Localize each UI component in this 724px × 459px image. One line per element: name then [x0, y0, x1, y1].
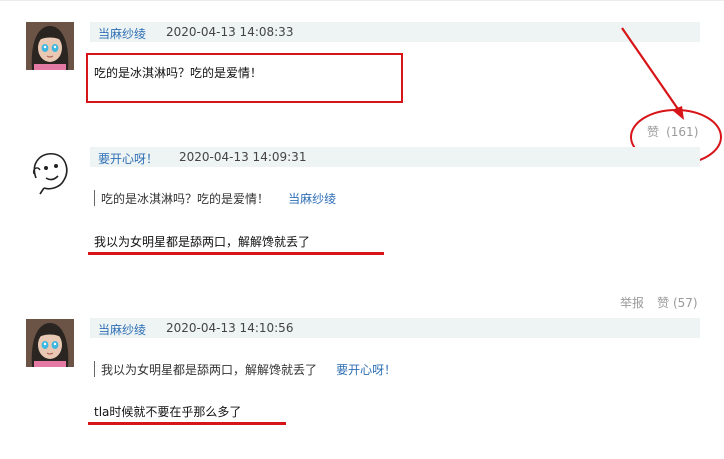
- like-button[interactable]: 赞 (161): [647, 121, 698, 140]
- like-label: 赞: [647, 125, 660, 139]
- comment-meta: 当麻纱绫 2020-04-13 14:08:33: [90, 22, 700, 42]
- user-avatar[interactable]: [28, 148, 72, 196]
- anime-girl-avatar-icon: [26, 22, 74, 70]
- like-label: 赞: [657, 296, 670, 310]
- quoted-reply: 我以为女明星都是舔两口，解解馋就丢了 要开心呀！: [94, 361, 396, 377]
- user-avatar[interactable]: [26, 319, 74, 367]
- highlight-underline: [88, 422, 286, 425]
- comment-username[interactable]: 当麻纱绫: [98, 25, 146, 42]
- like-count: (57): [672, 296, 698, 310]
- comment-actions: 举报 赞 (57): [620, 292, 698, 311]
- quoted-username[interactable]: 要开心呀！: [336, 363, 396, 377]
- comment-meta: 要开心呀！ 2020-04-13 14:09:31: [90, 147, 700, 167]
- quoted-text: 吃的是冰淇淋吗？吃的是爱情！: [101, 192, 270, 206]
- comment-meta: 当麻纱绫 2020-04-13 14:10:56: [90, 318, 700, 338]
- comment-timestamp: 2020-04-13 14:08:33: [166, 25, 294, 39]
- comment-timestamp: 2020-04-13 14:09:31: [179, 150, 307, 164]
- doodle-face-avatar-icon: [28, 148, 72, 196]
- comment-text: 我以为女明星都是舔两口，解解馋就丢了: [94, 235, 311, 249]
- report-button[interactable]: 举报: [620, 296, 644, 310]
- comment-username[interactable]: 要开心呀！: [98, 150, 158, 167]
- quoted-reply: 吃的是冰淇淋吗？吃的是爱情！ 当麻纱绫: [94, 190, 336, 206]
- comment-text: tla时候就不要在乎那么多了: [94, 405, 242, 419]
- anime-girl-avatar-icon: [26, 319, 74, 367]
- like-button[interactable]: 赞 (57): [657, 296, 697, 310]
- quoted-text: 我以为女明星都是舔两口，解解馋就丢了: [101, 363, 318, 377]
- quoted-username[interactable]: 当麻纱绫: [288, 192, 336, 206]
- user-avatar[interactable]: [26, 22, 74, 70]
- comment-text: 吃的是冰淇淋吗？吃的是爱情！: [94, 66, 263, 80]
- like-count: (161): [666, 125, 699, 139]
- comment-username[interactable]: 当麻纱绫: [98, 321, 146, 338]
- top-divider: [0, 0, 724, 1]
- highlight-underline: [88, 252, 384, 255]
- comment-timestamp: 2020-04-13 14:10:56: [166, 321, 294, 335]
